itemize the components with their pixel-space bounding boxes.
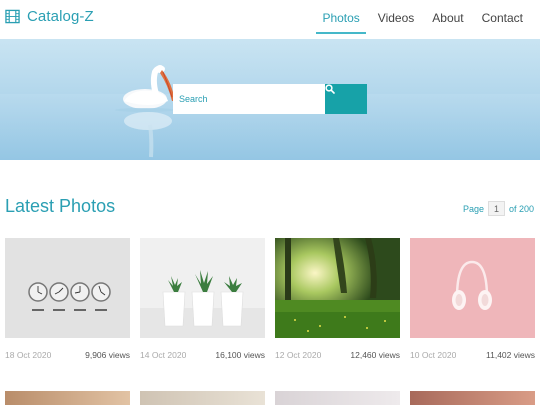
nav-contact[interactable]: Contact — [473, 0, 532, 39]
photo-thumbnail-partial[interactable] — [5, 391, 130, 405]
nav-menu: Photos Videos About Contact — [313, 0, 532, 39]
photo-views: 16,100 views — [215, 350, 265, 360]
photo-thumbnail-partial[interactable] — [410, 391, 535, 405]
brand-logo[interactable]: Catalog-Z — [5, 8, 94, 25]
search-input[interactable] — [173, 84, 325, 114]
photo-date: 14 Oct 2020 — [140, 350, 187, 360]
nav-photos[interactable]: Photos — [313, 0, 368, 39]
photo-thumbnail-partial[interactable] — [140, 391, 265, 405]
nav-about[interactable]: About — [423, 0, 472, 39]
photo-thumbnail-plants[interactable] — [140, 238, 265, 338]
photo-date: 18 Oct 2020 — [5, 350, 52, 360]
search-button[interactable] — [325, 84, 367, 114]
page-suffix: of 200 — [508, 203, 534, 214]
photo-views: 12,460 views — [350, 350, 400, 360]
photo-date: 12 Oct 2020 — [275, 350, 322, 360]
page-number-input[interactable] — [487, 201, 505, 216]
pagination: Page of 200 — [463, 201, 534, 216]
photo-card: 14 Oct 2020 16,100 views — [140, 238, 265, 360]
photo-thumbnail-forest[interactable] — [275, 238, 400, 338]
brand-name: Catalog-Z — [27, 8, 94, 25]
photo-card: 12 Oct 2020 12,460 views — [275, 238, 400, 360]
photo-thumbnail-headphones[interactable] — [410, 238, 535, 338]
photo-card: 10 Oct 2020 11,402 views — [410, 238, 535, 360]
photo-views: 9,906 views — [85, 350, 130, 360]
nav-videos[interactable]: Videos — [369, 0, 423, 39]
section-title: Latest Photos — [5, 196, 116, 216]
photo-thumbnail-clocks[interactable] — [5, 238, 130, 338]
film-icon — [5, 9, 20, 24]
hero-banner — [0, 39, 540, 160]
page-prefix: Page — [462, 203, 484, 214]
photo-card: 18 Oct 2020 9,906 views — [5, 238, 130, 360]
photo-date: 10 Oct 2020 — [410, 350, 457, 360]
photo-views: 11,402 views — [486, 350, 535, 360]
photo-thumbnail-partial[interactable] — [275, 391, 400, 405]
search-icon — [325, 84, 335, 94]
navbar: Catalog-Z Photos Videos About Contact — [0, 0, 540, 39]
